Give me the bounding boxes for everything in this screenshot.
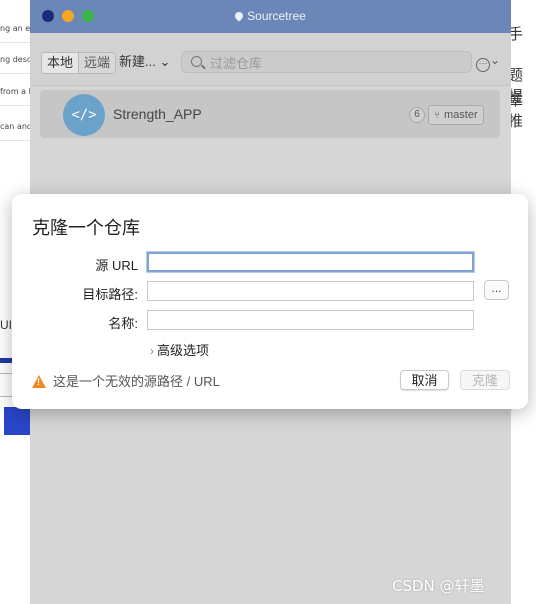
bg-divider <box>0 105 30 106</box>
chevron-down-icon: ⌄ <box>159 54 171 69</box>
window-title-text: Sourcetree <box>247 9 306 23</box>
window-title: Sourcetree <box>30 9 511 23</box>
new-dropdown-button[interactable]: 新建... ⌄ <box>119 52 170 72</box>
bg-text-snippet: can and <box>0 122 32 131</box>
repo-list-item[interactable]: </> Strength_APP 6 ⑂ master <box>40 90 500 138</box>
bg-right-text: 章推 <box>508 92 524 130</box>
name-input[interactable] <box>147 310 474 330</box>
watermark: CSDN @轩墨 <box>392 577 485 595</box>
dialog-title: 克隆一个仓库 <box>32 218 140 238</box>
advanced-options-label: 高级选项 <box>157 343 210 358</box>
repo-filter-search[interactable] <box>181 51 472 73</box>
bg-text-snippet: from a li <box>0 87 34 96</box>
chevron-right-icon: › <box>150 344 154 358</box>
code-repo-icon: </> <box>63 94 105 136</box>
bg-text-snippet: ng desc <box>0 55 32 64</box>
bg-divider <box>0 73 30 74</box>
validation-warning: 这是一个无效的源路径 / URL <box>32 371 220 390</box>
new-button-label: 新建... <box>119 54 156 69</box>
branch-icon: ⑂ <box>434 110 440 121</box>
target-path-input[interactable] <box>147 281 474 301</box>
warning-text: 这是一个无效的源路径 / URL <box>53 374 220 389</box>
search-icon <box>191 56 202 67</box>
repo-branch-name: master <box>444 109 478 121</box>
repo-branch-badge: ⑂ master <box>428 105 484 125</box>
more-options-button[interactable]: ··· ⌄ <box>476 53 500 72</box>
cancel-button[interactable]: 取消 <box>400 370 449 390</box>
tab-local[interactable]: 本地 <box>42 53 79 73</box>
advanced-options-toggle[interactable]: › 高级选项 <box>150 340 209 359</box>
target-path-label: 目标路径: <box>82 287 138 302</box>
repo-name: Strength_APP <box>113 106 202 122</box>
repo-scope-tabs: 本地 远端 <box>41 52 117 74</box>
browse-button[interactable]: ... <box>484 280 509 300</box>
tab-remote[interactable]: 远端 <box>78 53 116 73</box>
bg-divider <box>0 140 30 141</box>
chevron-down-icon: ⌄ <box>490 53 501 67</box>
source-url-label: 源 URL <box>95 258 138 273</box>
name-label: 名称: <box>108 316 138 331</box>
bg-blue-block <box>4 407 30 435</box>
window-titlebar: Sourcetree <box>30 0 511 33</box>
location-pin-icon <box>233 10 245 22</box>
repo-change-count-badge: 6 <box>409 107 425 123</box>
warning-icon <box>32 375 46 388</box>
repo-filter-input[interactable] <box>208 53 467 73</box>
bg-ui-text: UI <box>0 318 12 332</box>
toolbar: 本地 远端 新建... ⌄ ···⌄ <box>30 33 511 86</box>
source-url-input[interactable] <box>147 252 474 272</box>
clone-repo-dialog: 克隆一个仓库 源 URL 目标路径: ... 名称: ›高级选项 这是一个无效的… <box>12 194 528 409</box>
more-icon: ··· <box>476 58 490 72</box>
bg-divider <box>0 42 30 43</box>
clone-button[interactable]: 克隆 <box>460 370 510 390</box>
